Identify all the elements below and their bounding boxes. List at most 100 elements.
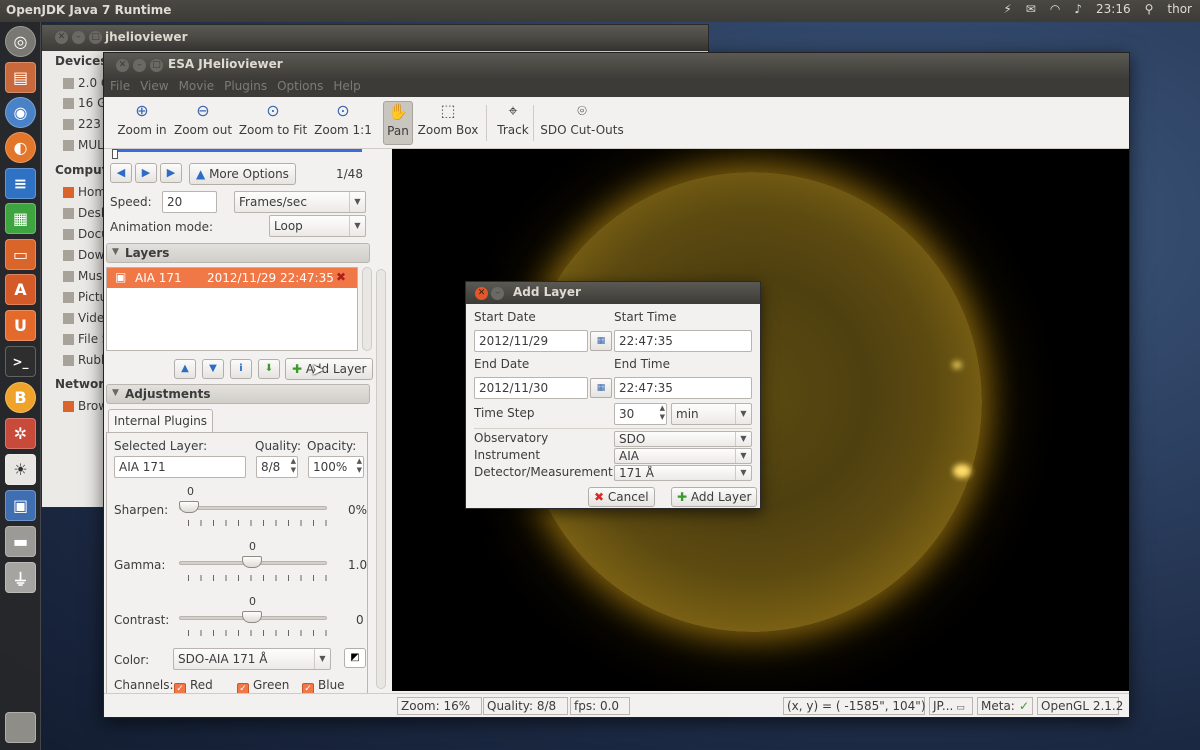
sidebar-item-device-2[interactable]: 16 G bbox=[63, 96, 106, 110]
end-date-calendar-button[interactable]: ▦ bbox=[590, 378, 612, 398]
add-layer-button[interactable]: ✚ Add Layer bbox=[285, 358, 374, 380]
download-layer-button[interactable]: ⬇ bbox=[258, 359, 280, 379]
user-name[interactable]: thor bbox=[1167, 2, 1192, 16]
layer-row[interactable]: ▣ AIA 171 2012/11/29 22:47:35 ✖ bbox=[107, 268, 357, 288]
ubuntu-logo-icon[interactable]: ◎ bbox=[5, 26, 36, 57]
menu-movie[interactable]: Movie bbox=[179, 79, 215, 93]
move-layer-up-button[interactable]: ▲ bbox=[174, 359, 196, 379]
sidebar-item-pictures[interactable]: Pictu bbox=[63, 290, 107, 304]
wifi-indicator-icon[interactable]: ◠ bbox=[1050, 2, 1060, 16]
more-options-button[interactable]: ▲ More Options bbox=[189, 163, 296, 185]
layers-scrollbar[interactable] bbox=[362, 267, 372, 351]
layers-section-header[interactable]: ▼ Layers bbox=[106, 243, 370, 263]
menu-help[interactable]: Help bbox=[333, 79, 360, 93]
spinner-arrows-icon[interactable]: ▲ ▼ bbox=[357, 457, 362, 475]
observatory-select[interactable]: SDO ▼ bbox=[614, 431, 752, 447]
start-time-field[interactable]: 22:47:35 bbox=[614, 330, 752, 352]
detector-select[interactable]: 171 Å ▼ bbox=[614, 465, 752, 481]
clock[interactable]: 23:16 bbox=[1096, 2, 1131, 16]
adjustments-section-header[interactable]: ▼ Adjustments bbox=[106, 384, 370, 404]
maximize-icon[interactable]: □ bbox=[150, 59, 163, 72]
instrument-select[interactable]: AIA ▼ bbox=[614, 448, 752, 464]
file-manager-titlebar[interactable]: jhelioviewer bbox=[42, 25, 708, 51]
firefox-icon[interactable]: ◐ bbox=[5, 132, 36, 163]
chromium-icon[interactable]: ◉ bbox=[5, 97, 36, 128]
animation-mode-select[interactable]: Loop ▼ bbox=[269, 215, 366, 237]
end-date-field[interactable]: 2012/11/30 bbox=[474, 377, 588, 399]
cancel-button[interactable]: ✖ Cancel bbox=[588, 487, 655, 507]
minimize-icon[interactable]: – bbox=[133, 59, 146, 72]
gamma-slider-thumb[interactable] bbox=[242, 556, 262, 568]
minimize-icon[interactable]: – bbox=[491, 287, 504, 300]
sidebar-item-device-4[interactable]: MUL bbox=[63, 138, 104, 152]
system-settings-icon[interactable]: ✲ bbox=[5, 418, 36, 449]
close-icon[interactable]: ✕ bbox=[475, 287, 488, 300]
time-step-unit-select[interactable]: min ▼ bbox=[671, 403, 752, 425]
sidebar-item-videos[interactable]: Vide bbox=[63, 311, 104, 325]
selected-layer-field[interactable]: AIA 171 bbox=[114, 456, 246, 478]
control-panel-scrollbar[interactable] bbox=[376, 269, 386, 689]
dialog-add-layer-button[interactable]: ✚ Add Layer bbox=[671, 487, 758, 507]
menu-plugins[interactable]: Plugins bbox=[224, 79, 267, 93]
ubuntu-one-icon[interactable]: U bbox=[5, 310, 36, 341]
status-jpip[interactable]: JP... ▭ bbox=[929, 697, 973, 715]
spinner-arrows-icon[interactable]: ▲ ▼ bbox=[660, 404, 665, 422]
spinner-arrows-icon[interactable]: ▲ ▼ bbox=[291, 457, 296, 475]
invert-color-button[interactable]: ◩ bbox=[344, 648, 366, 668]
minimize-icon[interactable]: – bbox=[72, 31, 85, 44]
quality-spinner[interactable]: 8/8 ▲ ▼ bbox=[256, 456, 298, 478]
previous-frame-button[interactable]: ◀ bbox=[110, 163, 132, 183]
menu-options[interactable]: Options bbox=[277, 79, 323, 93]
movie-progress-thumb[interactable] bbox=[112, 149, 118, 159]
sidebar-item-downloads[interactable]: Dow bbox=[63, 248, 104, 262]
sound-indicator-icon[interactable]: ♪ bbox=[1074, 2, 1082, 16]
zoom-1-1-button[interactable]: ⊙ Zoom 1:1 bbox=[313, 101, 373, 145]
tab-internal-plugins[interactable]: Internal Plugins bbox=[108, 409, 214, 433]
software-center-icon[interactable]: A bbox=[5, 274, 36, 305]
zoom-to-fit-button[interactable]: ⊙ Zoom to Fit bbox=[238, 101, 308, 145]
usb-drive-icon[interactable]: ⏚ bbox=[5, 562, 36, 593]
next-frame-button[interactable]: ▶ bbox=[160, 163, 182, 183]
workspace-switcher-icon[interactable]: ▣ bbox=[5, 490, 36, 521]
pan-button[interactable]: ✋ Pan bbox=[383, 101, 413, 145]
channel-green-checkbox[interactable]: ✓ Green bbox=[237, 678, 289, 693]
speed-input[interactable]: 20 bbox=[162, 191, 217, 213]
sidebar-item-music[interactable]: Mus bbox=[63, 269, 102, 283]
contrast-slider-thumb[interactable] bbox=[242, 611, 262, 623]
status-meta[interactable]: Meta: ✓ bbox=[977, 697, 1033, 715]
bolt-indicator-icon[interactable]: ⚡ bbox=[1003, 2, 1011, 16]
zoom-in-button[interactable]: ⊕ Zoom in bbox=[116, 101, 168, 145]
writer-icon[interactable]: ≡ bbox=[5, 168, 36, 199]
zoom-box-button[interactable]: ⬚ Zoom Box bbox=[417, 101, 479, 145]
terminal-icon[interactable]: >_ bbox=[5, 346, 36, 377]
menu-view[interactable]: View bbox=[140, 79, 168, 93]
track-button[interactable]: ⌖ Track bbox=[496, 101, 530, 145]
speed-unit-select[interactable]: Frames/sec ▼ bbox=[234, 191, 366, 213]
bitcoin-icon[interactable]: B bbox=[5, 382, 36, 413]
close-icon[interactable]: ✕ bbox=[116, 59, 129, 72]
drive-icon[interactable]: ▬ bbox=[5, 526, 36, 557]
start-date-field[interactable]: 2012/11/29 bbox=[474, 330, 588, 352]
sdo-cutouts-button[interactable]: ⌾ SDO Cut-Outs bbox=[540, 101, 624, 145]
dialog-titlebar[interactable]: Add Layer bbox=[466, 282, 760, 304]
color-table-select[interactable]: SDO-AIA 171 Å ▼ bbox=[173, 648, 331, 670]
move-layer-down-button[interactable]: ▼ bbox=[202, 359, 224, 379]
jhelioviewer-icon[interactable]: ☀ bbox=[5, 454, 36, 485]
movie-progress-bar[interactable] bbox=[112, 149, 362, 152]
zoom-out-button[interactable]: ⊖ Zoom out bbox=[173, 101, 233, 145]
maximize-icon[interactable]: □ bbox=[89, 31, 102, 44]
sidebar-item-browse-network[interactable]: Brow bbox=[63, 399, 108, 413]
trash-icon[interactable] bbox=[5, 712, 36, 743]
channel-red-checkbox[interactable]: ✓ Red bbox=[174, 678, 213, 693]
sharpen-slider-track[interactable] bbox=[179, 506, 327, 510]
sidebar-item-documents[interactable]: Docu bbox=[63, 227, 109, 241]
layer-info-button[interactable]: i bbox=[230, 359, 252, 379]
calc-icon[interactable]: ▦ bbox=[5, 203, 36, 234]
main-titlebar[interactable]: ✕ – □ ESA JHelioviewer File View Movie P… bbox=[104, 53, 1129, 97]
sidebar-item-desktop[interactable]: Desk bbox=[63, 206, 108, 220]
channel-blue-checkbox[interactable]: ✓ Blue bbox=[302, 678, 345, 693]
sidebar-item-home[interactable]: Hom bbox=[63, 185, 106, 199]
close-icon[interactable]: ✕ bbox=[55, 31, 68, 44]
sharpen-slider-thumb[interactable] bbox=[179, 501, 199, 513]
impress-icon[interactable]: ▭ bbox=[5, 239, 36, 270]
